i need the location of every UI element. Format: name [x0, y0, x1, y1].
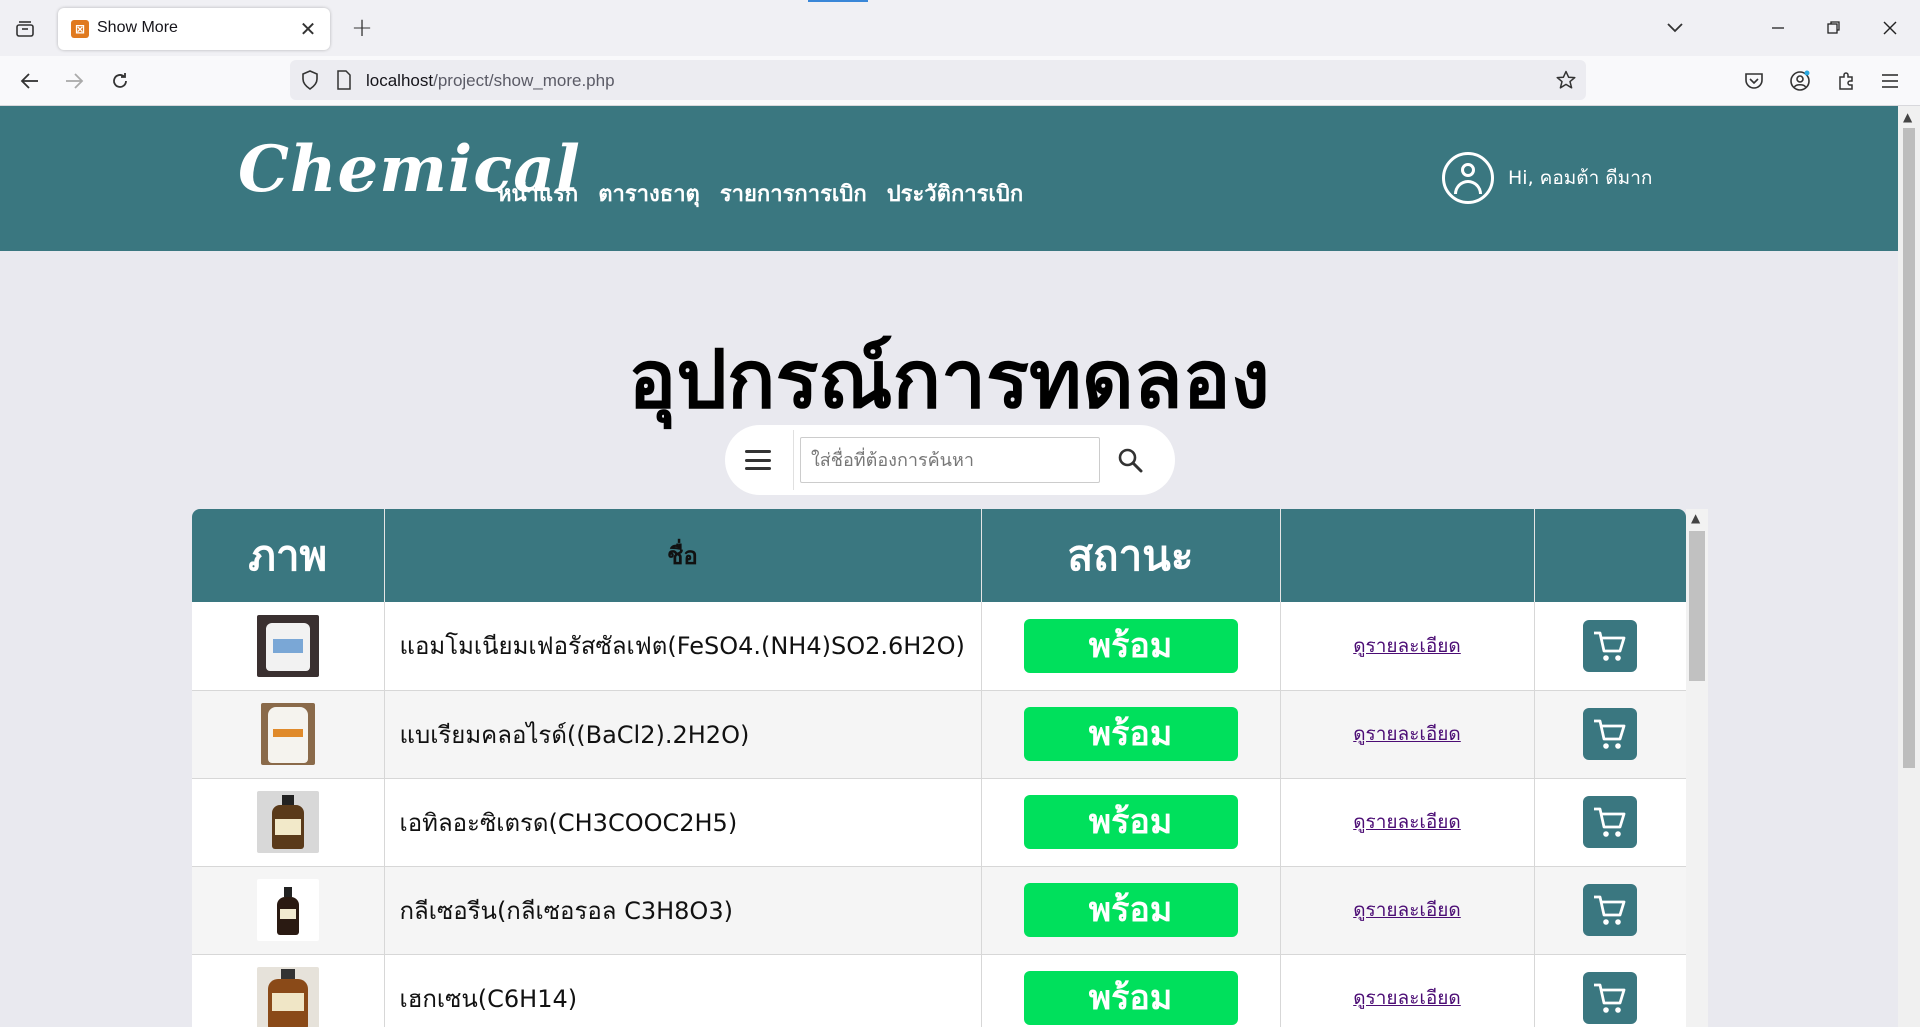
page-scroll-thumb[interactable] — [1903, 128, 1915, 768]
view-detail-link[interactable]: ดูรายละเอียด — [1353, 899, 1461, 921]
table-row: แบเรียมคลอไรด์((BaCl2).2H2O) พร้อม ดูราย… — [192, 690, 1686, 779]
product-thumbnail — [256, 967, 319, 1027]
new-tab-icon[interactable]: + — [348, 13, 376, 43]
add-to-cart-button[interactable] — [1583, 619, 1638, 672]
site-header: Chemical หน้าแรก ตารางธาตุ รายการการเบิก… — [0, 106, 1898, 251]
header-cart — [1534, 509, 1686, 602]
row-image-cell — [192, 866, 385, 955]
menu-item-requisition-history[interactable]: ประวัติการเบิก — [887, 176, 1024, 211]
cart-icon — [1594, 719, 1626, 749]
status-badge: พร้อม — [1023, 707, 1238, 761]
add-to-cart-button[interactable] — [1583, 972, 1638, 1024]
hamburger-menu-icon[interactable] — [745, 447, 771, 473]
cart-icon — [1594, 631, 1626, 661]
bookmark-star-icon[interactable] — [1554, 68, 1578, 92]
table-scrollbar[interactable]: ▲ — [1686, 509, 1708, 1027]
table-row: แอมโมเนียมเฟอรัสซัลเฟต(FeSO4.(NH4)SO2.6H… — [192, 602, 1686, 691]
url-host: localhost — [366, 71, 434, 90]
chemicals-table-container: ภาพ ชื่อ สถานะ แอมโมเนียมเฟอรัสซัลเฟต(Fe… — [192, 509, 1686, 1027]
extensions-icon[interactable] — [1830, 66, 1862, 96]
user-greeting[interactable]: Hi, คอมต้า ดีมาก — [1508, 163, 1652, 193]
user-menu[interactable]: Hi, คอมต้า ดีมาก — [1442, 152, 1652, 204]
view-detail-link[interactable]: ดูรายละเอียด — [1353, 635, 1461, 657]
tab-title: Show More — [97, 19, 178, 36]
header-detail — [1280, 509, 1535, 602]
restore-icon[interactable] — [1818, 12, 1850, 44]
close-tab-icon[interactable]: ✕ — [296, 17, 320, 41]
chevron-down-icon[interactable] — [1660, 14, 1690, 42]
row-image-cell — [192, 778, 385, 867]
chemical-name: เอทิลอะซิเตรด(CH3COOC2H5) — [384, 778, 982, 867]
header-image: ภาพ — [192, 509, 385, 602]
page-title: อุปกรณ์การทดลอง — [628, 333, 1270, 426]
account-icon[interactable] — [1784, 66, 1816, 96]
chemical-name: แบเรียมคลอไรด์((BaCl2).2H2O) — [384, 690, 982, 779]
table-row: กลีเซอรีน(กลีเซอรอล C3H8O3) พร้อม ดูรายล… — [192, 866, 1686, 955]
page-scrollbar[interactable]: ▲ — [1898, 106, 1920, 1027]
url-path: /project/show_more.php — [433, 71, 615, 90]
view-detail-link[interactable]: ดูรายละเอียด — [1353, 723, 1461, 745]
search-bar — [725, 425, 1175, 495]
chemical-name: แอมโมเนียมเฟอรัสซัลเฟต(FeSO4.(NH4)SO2.6H… — [384, 602, 982, 691]
menu-item-home[interactable]: หน้าแรก — [497, 176, 578, 211]
loading-indicator — [808, 0, 868, 2]
user-avatar-icon[interactable] — [1442, 152, 1494, 204]
table-scroll-thumb[interactable] — [1689, 531, 1705, 681]
menu-item-requisition-list[interactable]: รายการการเบิก — [720, 176, 867, 211]
url-bar[interactable]: localhost/project/show_more.php — [290, 60, 1586, 100]
main-menu: หน้าแรก ตารางธาตุ รายการการเบิก ประวัติก… — [497, 176, 1023, 211]
reload-icon[interactable] — [104, 66, 136, 96]
add-to-cart-button[interactable] — [1583, 884, 1638, 936]
header-status: สถานะ — [981, 509, 1281, 602]
menu-item-periodic-table[interactable]: ตารางธาตุ — [598, 176, 700, 211]
close-window-icon[interactable] — [1874, 12, 1906, 44]
scroll-up-icon[interactable]: ▲ — [1691, 511, 1700, 525]
product-thumbnail — [256, 879, 319, 941]
page-icon[interactable] — [332, 68, 356, 92]
app-menu-icon[interactable] — [1874, 66, 1906, 96]
url-text[interactable]: localhost/project/show_more.php — [366, 71, 615, 91]
browser-tab-bar: ⊠ Show More ✕ + — [0, 0, 1920, 56]
chemicals-table: ภาพ ชื่อ สถานะ แอมโมเนียมเฟอรัสซัลเฟต(Fe… — [192, 509, 1686, 1027]
product-thumbnail — [256, 791, 319, 853]
status-badge: พร้อม — [1023, 883, 1238, 937]
search-icon[interactable] — [1115, 445, 1145, 475]
table-row: เอทิลอะซิเตรด(CH3COOC2H5) พร้อม ดูรายละเ… — [192, 778, 1686, 867]
view-detail-link[interactable]: ดูรายละเอียด — [1353, 811, 1461, 833]
chemical-name: เฮกเซน(C6H14) — [384, 954, 982, 1027]
browser-nav-bar: localhost/project/show_more.php — [0, 56, 1920, 106]
add-to-cart-button[interactable] — [1583, 708, 1638, 760]
cart-icon — [1594, 895, 1626, 925]
minimize-icon[interactable] — [1762, 12, 1794, 44]
cart-icon — [1594, 983, 1626, 1013]
add-to-cart-button[interactable] — [1583, 796, 1638, 848]
forward-icon[interactable] — [58, 66, 90, 96]
row-image-cell — [192, 690, 385, 779]
page-content: Chemical หน้าแรก ตารางธาตุ รายการการเบิก… — [0, 106, 1898, 1027]
row-image-cell — [192, 954, 385, 1027]
view-detail-link[interactable]: ดูรายละเอียด — [1353, 987, 1461, 1009]
shield-icon[interactable] — [298, 68, 322, 92]
row-image-cell — [192, 602, 385, 691]
status-badge: พร้อม — [1023, 618, 1238, 673]
xampp-favicon-icon: ⊠ — [71, 20, 89, 38]
status-badge: พร้อม — [1023, 795, 1238, 849]
pocket-icon[interactable] — [1738, 66, 1770, 96]
chemical-name: กลีเซอรีน(กลีเซอรอล C3H8O3) — [384, 866, 982, 955]
back-icon[interactable] — [14, 66, 46, 96]
cart-icon — [1594, 807, 1626, 837]
status-badge: พร้อม — [1023, 971, 1238, 1025]
product-thumbnail — [256, 614, 319, 677]
search-input[interactable] — [800, 437, 1100, 483]
tab-list-icon[interactable] — [10, 14, 40, 44]
browser-tab[interactable]: ⊠ Show More ✕ — [58, 8, 330, 50]
scroll-up-icon[interactable]: ▲ — [1903, 110, 1912, 124]
header-name: ชื่อ — [384, 509, 982, 602]
table-row: เฮกเซน(C6H14) พร้อม ดูรายละเอียด — [192, 954, 1686, 1027]
table-header-row: ภาพ ชื่อ สถานะ — [192, 509, 1686, 602]
product-thumbnail — [260, 703, 315, 765]
search-divider — [793, 430, 794, 490]
